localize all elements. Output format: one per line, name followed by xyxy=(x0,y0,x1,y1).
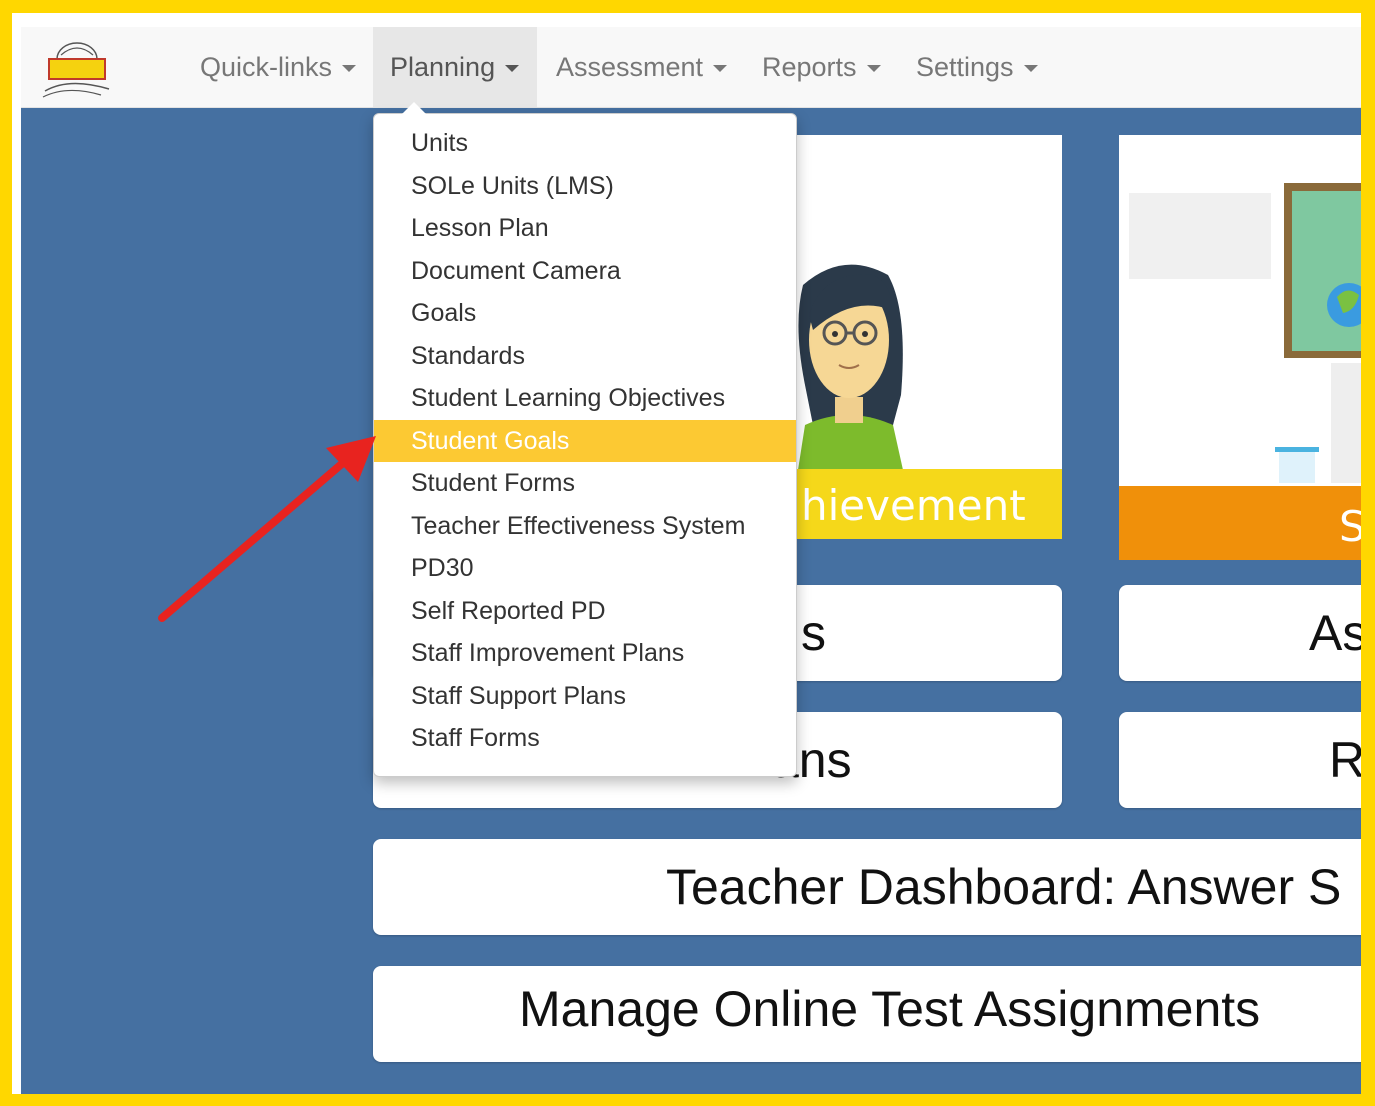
chevron-down-icon xyxy=(866,65,881,73)
menu-item-units[interactable]: Units xyxy=(374,122,796,165)
nav-assessment-label: Assessment xyxy=(556,52,704,82)
chevron-down-icon xyxy=(713,65,728,73)
nav-quick-links[interactable]: Quick-links xyxy=(200,27,360,107)
dropdown-caret-icon xyxy=(402,102,426,114)
menu-item-goals[interactable]: Goals xyxy=(374,292,796,335)
menu-item-pd30[interactable]: PD30 xyxy=(374,547,796,590)
screenshot-frame: Quick-links Planning Assessment Reports … xyxy=(0,0,1375,1106)
nav-settings-label: Settings xyxy=(916,52,1014,82)
nav-settings[interactable]: Settings xyxy=(916,27,1056,107)
menu-item-document-camera[interactable]: Document Camera xyxy=(374,250,796,293)
menu-item-staff-forms[interactable]: Staff Forms xyxy=(374,717,796,760)
menu-item-staff-support-plans[interactable]: Staff Support Plans xyxy=(374,675,796,718)
school-tile-label: S xyxy=(1119,486,1361,560)
menu-item-student-goals[interactable]: Student Goals xyxy=(374,419,796,462)
nav-assessment[interactable]: Assessment xyxy=(556,27,736,107)
district-logo[interactable] xyxy=(39,35,115,99)
menu-item-staff-improvement-plans[interactable]: Staff Improvement Plans xyxy=(374,632,796,675)
menu-item-teacher-effectiveness-system[interactable]: Teacher Effectiveness System xyxy=(374,505,796,548)
menu-item-lesson-plan[interactable]: Lesson Plan xyxy=(374,207,796,250)
school-tile[interactable]: S xyxy=(1119,135,1361,560)
menu-item-student-learning-objectives[interactable]: Student Learning Objectives xyxy=(374,377,796,420)
menu-item-sole-units-lms[interactable]: SOLe Units (LMS) xyxy=(374,165,796,208)
card-row1-right[interactable]: As xyxy=(1119,585,1361,681)
chevron-down-icon xyxy=(342,65,357,73)
chevron-down-icon xyxy=(1023,65,1038,73)
menu-item-student-forms[interactable]: Student Forms xyxy=(374,462,796,505)
card-row2-right[interactable]: R xyxy=(1119,712,1361,808)
manage-online-test-card[interactable]: Manage Online Test Assignments xyxy=(373,966,1361,1062)
chevron-down-icon xyxy=(505,65,520,73)
nav-reports-label: Reports xyxy=(762,52,857,82)
menu-item-self-reported-pd[interactable]: Self Reported PD xyxy=(374,590,796,633)
app-viewport: Quick-links Planning Assessment Reports … xyxy=(21,27,1361,1094)
menu-item-standards[interactable]: Standards xyxy=(374,335,796,378)
teacher-dashboard-card[interactable]: Teacher Dashboard: Answer S xyxy=(373,839,1361,935)
district-logo-icon xyxy=(42,42,110,98)
nav-quick-links-label: Quick-links xyxy=(200,52,333,82)
planning-dropdown-menu: Units SOLe Units (LMS) Lesson Plan Document… xyxy=(373,113,797,777)
top-navbar: Quick-links Planning Assessment Reports … xyxy=(21,27,1361,108)
nav-reports[interactable]: Reports xyxy=(762,27,892,107)
nav-planning-label: Planning xyxy=(390,52,496,82)
nav-planning[interactable]: Planning xyxy=(373,27,537,107)
